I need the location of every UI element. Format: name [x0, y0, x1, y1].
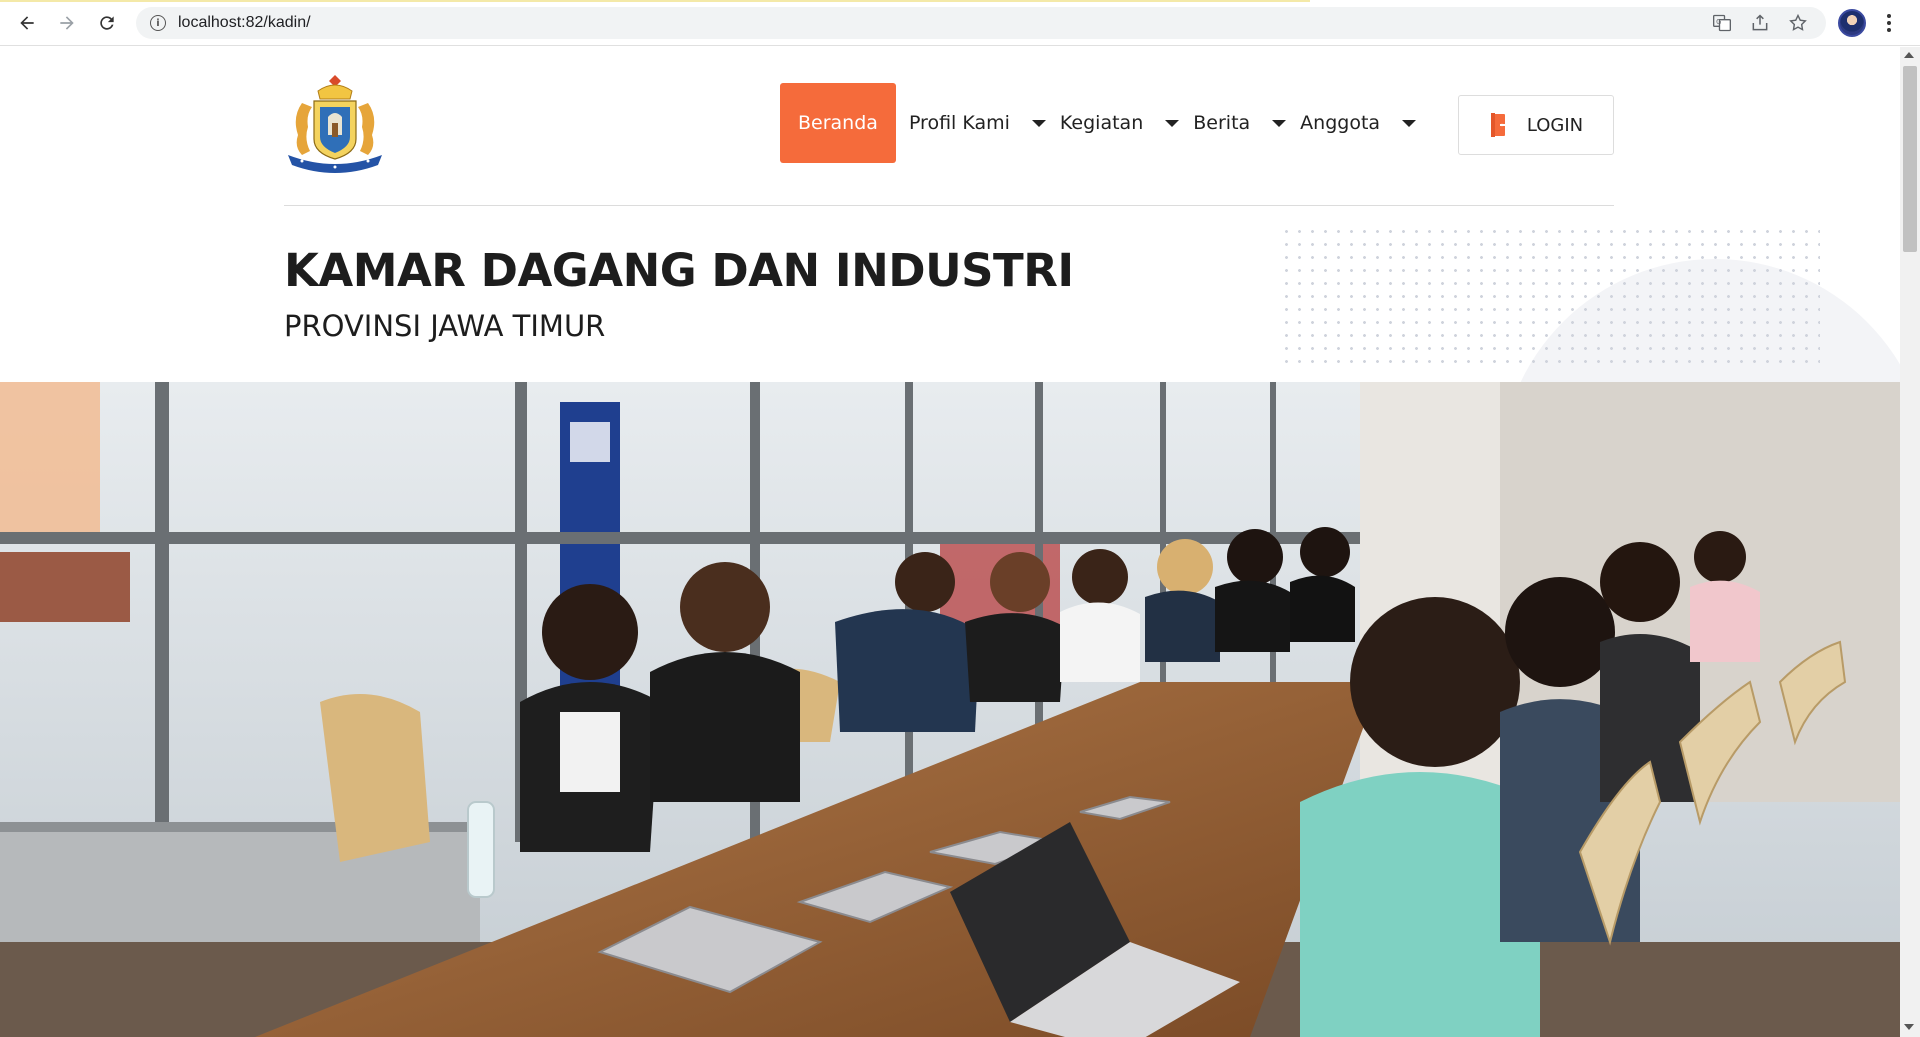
star-icon[interactable] [1788, 13, 1808, 33]
login-button[interactable]: LOGIN [1458, 95, 1614, 155]
page-load-progress [0, 0, 1310, 2]
forward-arrow-icon[interactable] [52, 8, 82, 38]
scroll-down-arrow-icon[interactable] [1904, 1024, 1914, 1030]
svg-text:G: G [1716, 18, 1721, 26]
kebab-menu-icon[interactable] [1884, 12, 1894, 34]
page-title: KAMAR DAGANG DAN INDUSTRI [284, 244, 1074, 297]
nav-item-berita[interactable]: Berita [1193, 83, 1300, 163]
login-label: LOGIN [1526, 114, 1584, 136]
kadin-jatim-logo[interactable] [284, 69, 386, 173]
reload-icon[interactable] [92, 8, 122, 38]
nav-item-label: Berita [1193, 112, 1251, 134]
scrollbar-thumb[interactable] [1903, 66, 1917, 252]
caret-down-icon [1402, 119, 1417, 127]
nav-item-label: Profil Kami [908, 112, 1010, 134]
address-bar[interactable]: i localhost:82/kadin/ G [136, 7, 1826, 39]
nav-item-profil-kami[interactable]: Profil Kami [909, 83, 1060, 163]
nav-item-label: Anggota [1300, 112, 1381, 134]
translate-icon[interactable]: G [1712, 13, 1732, 33]
back-arrow-icon[interactable] [12, 8, 42, 38]
decorative-dot-pattern [1280, 225, 1820, 370]
caret-down-icon [1165, 119, 1180, 127]
nav-item-label: Beranda [798, 112, 878, 134]
nav-item-anggota[interactable]: Anggota [1300, 83, 1430, 163]
main-navigation: Beranda Profil Kami Kegiatan Berita Angg… [780, 83, 1430, 163]
caret-down-icon [1272, 119, 1287, 127]
caret-down-icon [1031, 119, 1046, 127]
scroll-up-arrow-icon[interactable] [1904, 52, 1914, 58]
profile-avatar[interactable] [1838, 9, 1866, 37]
header-divider [284, 205, 1614, 206]
nav-item-beranda[interactable]: Beranda [780, 83, 896, 163]
browser-toolbar: i localhost:82/kadin/ G [0, 0, 1920, 46]
page-subtitle: PROVINSI JAWA TIMUR [284, 309, 606, 343]
url-text[interactable]: localhost:82/kadin/ [178, 14, 311, 32]
nav-item-label: Kegiatan [1059, 112, 1144, 134]
info-icon[interactable]: i [150, 15, 166, 31]
hero-image [0, 382, 1900, 1037]
door-exit-icon [1490, 113, 1511, 137]
web-page: Beranda Profil Kami Kegiatan Berita Angg… [0, 47, 1900, 1037]
nav-item-kegiatan[interactable]: Kegiatan [1060, 83, 1193, 163]
share-icon[interactable] [1750, 13, 1770, 33]
